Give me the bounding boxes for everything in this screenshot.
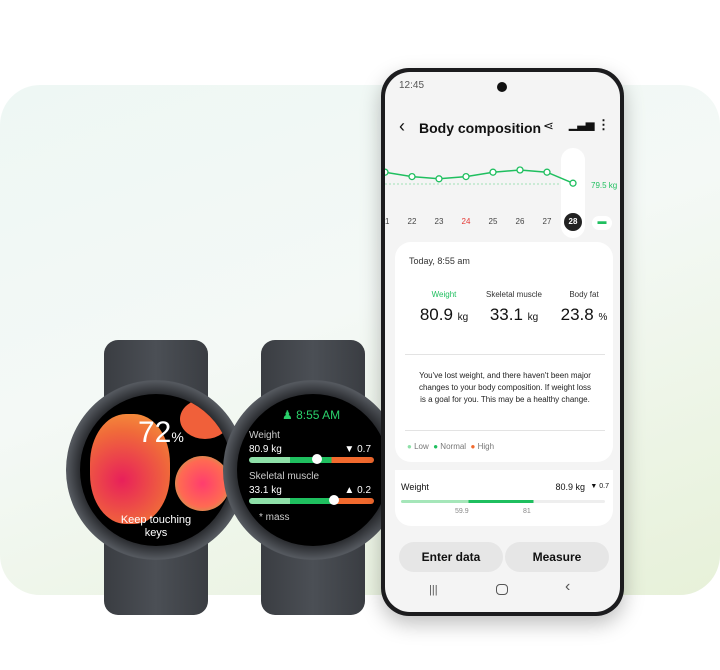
body-icon: ♟	[282, 408, 297, 422]
share-icon[interactable]: ⋖	[543, 118, 554, 134]
nav-back-icon[interactable]: ‹	[565, 578, 570, 596]
legend-dot: ●	[407, 442, 412, 451]
metric-unit: kg	[457, 312, 469, 323]
legend-dot: ●	[470, 442, 476, 451]
recent-apps-icon[interactable]: |||	[429, 584, 438, 596]
metric-value: 23.8 %	[560, 305, 608, 324]
phone: 12:45 ‹ Body composition ⋖ ▁▃▅ ⋮ 79.5 kg…	[381, 68, 624, 616]
weight-trend-chart	[385, 166, 577, 187]
page-title: Body composition	[419, 120, 542, 136]
muscle-marker	[329, 495, 339, 505]
range-tick: 59.9	[455, 508, 469, 515]
legend-normal: Normal	[440, 442, 467, 451]
weight-value: 80.9 kg	[249, 444, 282, 455]
range-tick: 81	[523, 508, 531, 515]
day-27[interactable]: 27	[538, 213, 556, 231]
muscle-label: Skeletal muscle	[249, 471, 320, 482]
day-25[interactable]: 25	[484, 213, 502, 231]
scale-icon[interactable]: ▬	[592, 216, 612, 230]
weight-label: Weight	[249, 430, 280, 441]
metric-unit: %	[598, 312, 608, 323]
trend-point	[489, 168, 497, 176]
weight-label: Weight	[401, 482, 429, 492]
home-icon[interactable]	[496, 584, 508, 595]
muscle-bar	[249, 498, 374, 504]
day-24[interactable]: 24	[457, 213, 475, 231]
day-28[interactable]: 28	[564, 213, 582, 231]
results-card: Today, 8:55 am Weight 80.9 kg Skeletal mus…	[395, 242, 613, 462]
chart-icon[interactable]: ▁▃▅	[569, 118, 594, 131]
day-22[interactable]: 22	[403, 213, 421, 231]
day-23[interactable]: 23	[430, 213, 448, 231]
back-icon[interactable]: ‹	[399, 116, 405, 137]
metric-label: Skeletal muscle	[485, 290, 543, 299]
weight-value: 80.9 kg	[555, 482, 585, 492]
trend-point	[462, 172, 470, 181]
metric-label: Body fat	[569, 290, 599, 299]
metric-0: Weight 80.9 kg	[409, 290, 479, 325]
percent-unit: %	[171, 429, 184, 445]
enter-data-button[interactable]: Enter data	[399, 542, 503, 572]
weight-range-card: Weight 80.9 kg ▼ 0.7 59.9 81	[395, 470, 613, 526]
trend-point	[385, 168, 389, 176]
watch-time: ♟ 8:55 AM	[282, 408, 340, 422]
trend-point	[435, 175, 443, 183]
camera	[497, 82, 507, 92]
legend-dot: ●	[433, 442, 439, 451]
metric-1: Skeletal muscle 33.1 kg	[479, 290, 549, 325]
status-time: 12:45	[399, 80, 425, 91]
day-21[interactable]: 21	[385, 213, 394, 231]
trend-point	[543, 168, 551, 176]
day-26[interactable]: 26	[511, 213, 529, 231]
metric-label: Weight	[431, 290, 457, 299]
muscle-value: 33.1 kg	[249, 485, 282, 496]
divider	[405, 354, 605, 355]
progress-percent: 72%	[138, 416, 184, 450]
metric-unit: kg	[527, 312, 539, 323]
trend-point	[408, 172, 416, 181]
partial-label: * mass	[259, 512, 290, 523]
target-label: 79.5 kg	[591, 181, 618, 190]
muscle-change: ▲ 0.2	[344, 485, 371, 496]
more-icon[interactable]: ⋮	[597, 117, 610, 133]
measure-button[interactable]: Measure	[505, 542, 609, 572]
legend: ● Low ● Normal ● High	[407, 442, 494, 451]
metric-2: Body fat 23.8 %	[549, 290, 619, 325]
weight-range-bar	[401, 500, 605, 503]
weight-change: ▼ 0.7	[344, 444, 371, 455]
watch-message: Keep touching keys	[120, 514, 192, 539]
trend-point	[569, 179, 577, 187]
measurement-date: Today, 8:55 am	[409, 256, 470, 266]
percent-value: 72	[138, 416, 172, 449]
legend-low: Low	[414, 442, 429, 451]
divider	[405, 430, 605, 431]
watch-time-text: 8:55 AM	[296, 408, 341, 422]
metric-value: 33.1 kg	[489, 305, 539, 324]
summary-message: You've lost weight, and there haven't be…	[418, 371, 592, 404]
weight-marker	[312, 454, 322, 464]
legend-high: High	[477, 442, 495, 451]
trend-point	[516, 166, 524, 174]
weight-change: ▼ 0.7	[590, 483, 609, 490]
metric-value: 80.9 kg	[419, 305, 469, 324]
